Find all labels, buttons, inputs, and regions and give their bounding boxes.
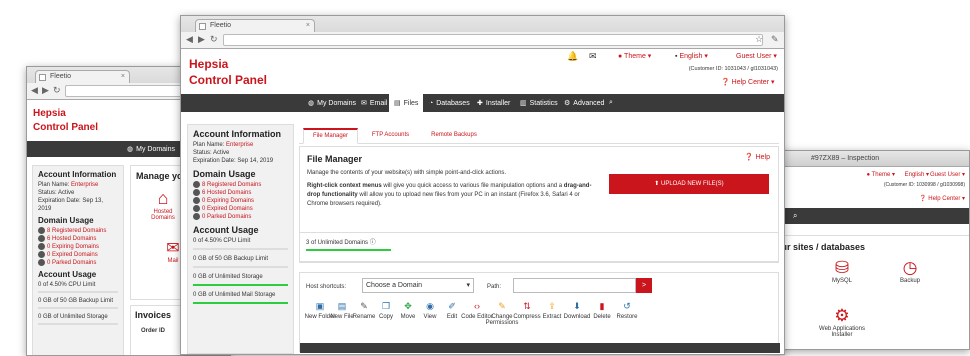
main-browser-window: Fleetio × ◀ ▶ ↻ ☆ ✎ Hepsia Control Panel 🔔… [180, 15, 785, 355]
extract-icon: ⇪ [548, 301, 556, 311]
language-menu[interactable]: ▪ English ▾ [675, 52, 708, 60]
nav-advanced[interactable]: ⚙ Advanced [559, 94, 609, 112]
nav-databases[interactable]: ◔ Databases [424, 94, 475, 112]
chart-icon: ▥ [520, 100, 527, 107]
upload-button[interactable]: ⬆ UPLOAD NEW FILE(S) [609, 174, 769, 194]
tab-ftp-accounts[interactable]: FTP Accounts [363, 129, 418, 142]
right-browser-window: #97ZX89 – Inspection ● Theme ▾ English ▾… [770, 150, 970, 350]
nav-files[interactable]: ▤ Files [389, 94, 424, 112]
search-icon[interactable]: ⌕ [793, 211, 797, 221]
parked-domains-link[interactable]: 0 Parked Domains [193, 213, 288, 221]
right-nav-bar: ⌕ [771, 208, 969, 224]
delete-icon: ▮ [599, 301, 605, 311]
tile-backup[interactable]: ◷ Backup [890, 258, 930, 284]
expired-domains-link[interactable]: 0 Expired Domains [193, 205, 288, 213]
bell-icon[interactable]: 🔔 [567, 51, 578, 62]
main-sidebar: Account Information Plan Name: Enterpris… [187, 124, 294, 354]
customer-id: (Customer ID: 1031043 / gl1031043) [688, 66, 778, 72]
info-icon: ⓘ [369, 240, 376, 246]
back-icon[interactable]: ◀ [31, 85, 38, 96]
database-icon: ⛁ [834, 258, 850, 277]
tile-mysql[interactable]: ⛁ MySQL [822, 258, 862, 284]
brand-logo: Hepsia Control Panel [189, 57, 268, 88]
go-button[interactable]: > [636, 278, 652, 293]
clock-icon: ◷ [902, 258, 918, 277]
tool-label: Restore [616, 314, 638, 320]
house-icon: ⌂ [157, 188, 169, 208]
nav-search[interactable]: ⌕ [604, 94, 618, 112]
nav-my-domains[interactable]: ◍ My Domains [122, 141, 180, 157]
page-title: File Manager [307, 154, 363, 164]
hosted-domains-link[interactable]: 6 Hosted Domains [193, 189, 288, 197]
download-icon: ⬇ [573, 301, 581, 311]
tool-row: ▣ New Folder ▤ New File ✎ Rename ❐ Copy ✥ Move ◉ Vi… [302, 301, 702, 341]
domain-select[interactable]: Choose a Domain ▾ [362, 278, 474, 293]
upload-icon: ⬆ [654, 181, 661, 187]
help-icon: ❓ [721, 79, 732, 86]
path-input[interactable] [513, 278, 636, 293]
bookmark-star-icon[interactable]: ☆ [755, 34, 763, 45]
globe-icon: ◍ [308, 100, 315, 107]
forward-icon[interactable]: ▶ [198, 34, 205, 45]
mail-icon: ✉ [361, 100, 367, 107]
help-center-link[interactable]: ❓ Help Center ▾ [721, 78, 775, 86]
database-icon: ◔ [429, 99, 434, 107]
tab-remote-backups[interactable]: Remote Backups [423, 129, 485, 142]
address-bar[interactable] [223, 34, 763, 46]
wrench-icon[interactable]: ✎ [771, 34, 779, 45]
domains-quota: 3 of Unlimited Domains ⓘ [299, 232, 779, 262]
right-browser-chrome: #97ZX89 – Inspection [771, 151, 969, 167]
envelope-icon[interactable]: ✉ [589, 51, 597, 62]
gear-icon: ⚙ [564, 100, 571, 107]
sites-panel: our sites / databases ⛁ MySQL ◷ Backup ⚙ We… [771, 235, 969, 349]
tile-web-apps[interactable]: ⚙ Web Applications Installer [812, 306, 872, 338]
help-icon: ❓ [744, 154, 756, 161]
search-icon: ⌕ [609, 99, 613, 106]
left-browser-tab[interactable]: Fleetio × [35, 70, 130, 83]
tile-hosted-domains[interactable]: ⌂ Hosted Domains [143, 188, 183, 221]
restore-button[interactable]: ↺ Restore [609, 301, 645, 320]
folder-icon: ▤ [394, 100, 401, 107]
expiring-domains-link[interactable]: 0 Expiring Domains [193, 197, 288, 205]
theme-menu[interactable]: ● Theme ▾ [618, 52, 651, 60]
edit-icon: ✐ [448, 301, 456, 311]
tab-file-manager[interactable]: File Manager [303, 128, 358, 144]
user-menu[interactable]: Guest User ▾ [736, 52, 777, 60]
file-toolbar-panel: Host shortcuts: Choose a Domain ▾ Path: >… [299, 272, 780, 353]
globe-icon: ◍ [127, 146, 134, 153]
fm-description: Right-click context menus will give you … [307, 183, 592, 207]
change-permissions-icon: ✎ [498, 301, 506, 311]
theme-menu[interactable]: ● Theme ▾ [866, 171, 895, 178]
compress-icon: ⇅ [523, 301, 531, 311]
forward-icon[interactable]: ▶ [42, 85, 49, 96]
brand-logo: Hepsia Control Panel [33, 108, 99, 133]
help-link[interactable]: ❓ Help [745, 153, 770, 161]
main-nav-bar: ◍ My Domains ✉ Email ▤ Files ◔ Databases ✚ In… [181, 94, 784, 112]
file-tabs: File Manager FTP Accounts Remote Backups [299, 126, 779, 144]
back-icon[interactable]: ◀ [186, 34, 193, 45]
puzzle-icon: ✚ [477, 100, 483, 107]
main-browser-tab[interactable]: Fleetio × [195, 19, 315, 32]
help-center-link[interactable]: ❓ Help Center ▾ [919, 195, 965, 202]
language-menu[interactable]: English ▾ [905, 171, 929, 178]
tool-label: Edit [446, 314, 458, 320]
nav-my-domains[interactable]: ◍ My Domains [303, 94, 361, 112]
nav-email[interactable]: ✉ Email [356, 94, 392, 112]
main-browser-chrome: Fleetio × ◀ ▶ ↻ ☆ ✎ [181, 16, 784, 49]
nav-installer[interactable]: ✚ Installer [472, 94, 515, 112]
reload-icon[interactable]: ↻ [210, 34, 218, 45]
restore-icon: ↺ [623, 301, 631, 311]
left-sidebar: Account Information Plan Name: Enterpris… [32, 165, 124, 355]
registered-domains-link[interactable]: 8 Registered Domains [193, 181, 288, 189]
apps-icon: ⚙ [834, 306, 850, 325]
nav-statistics[interactable]: ▥ Statistics [515, 94, 563, 112]
user-menu[interactable]: Guest User ▾ [930, 171, 965, 178]
code-editor-icon: ‹› [474, 301, 480, 311]
reload-icon[interactable]: ↻ [53, 85, 61, 96]
